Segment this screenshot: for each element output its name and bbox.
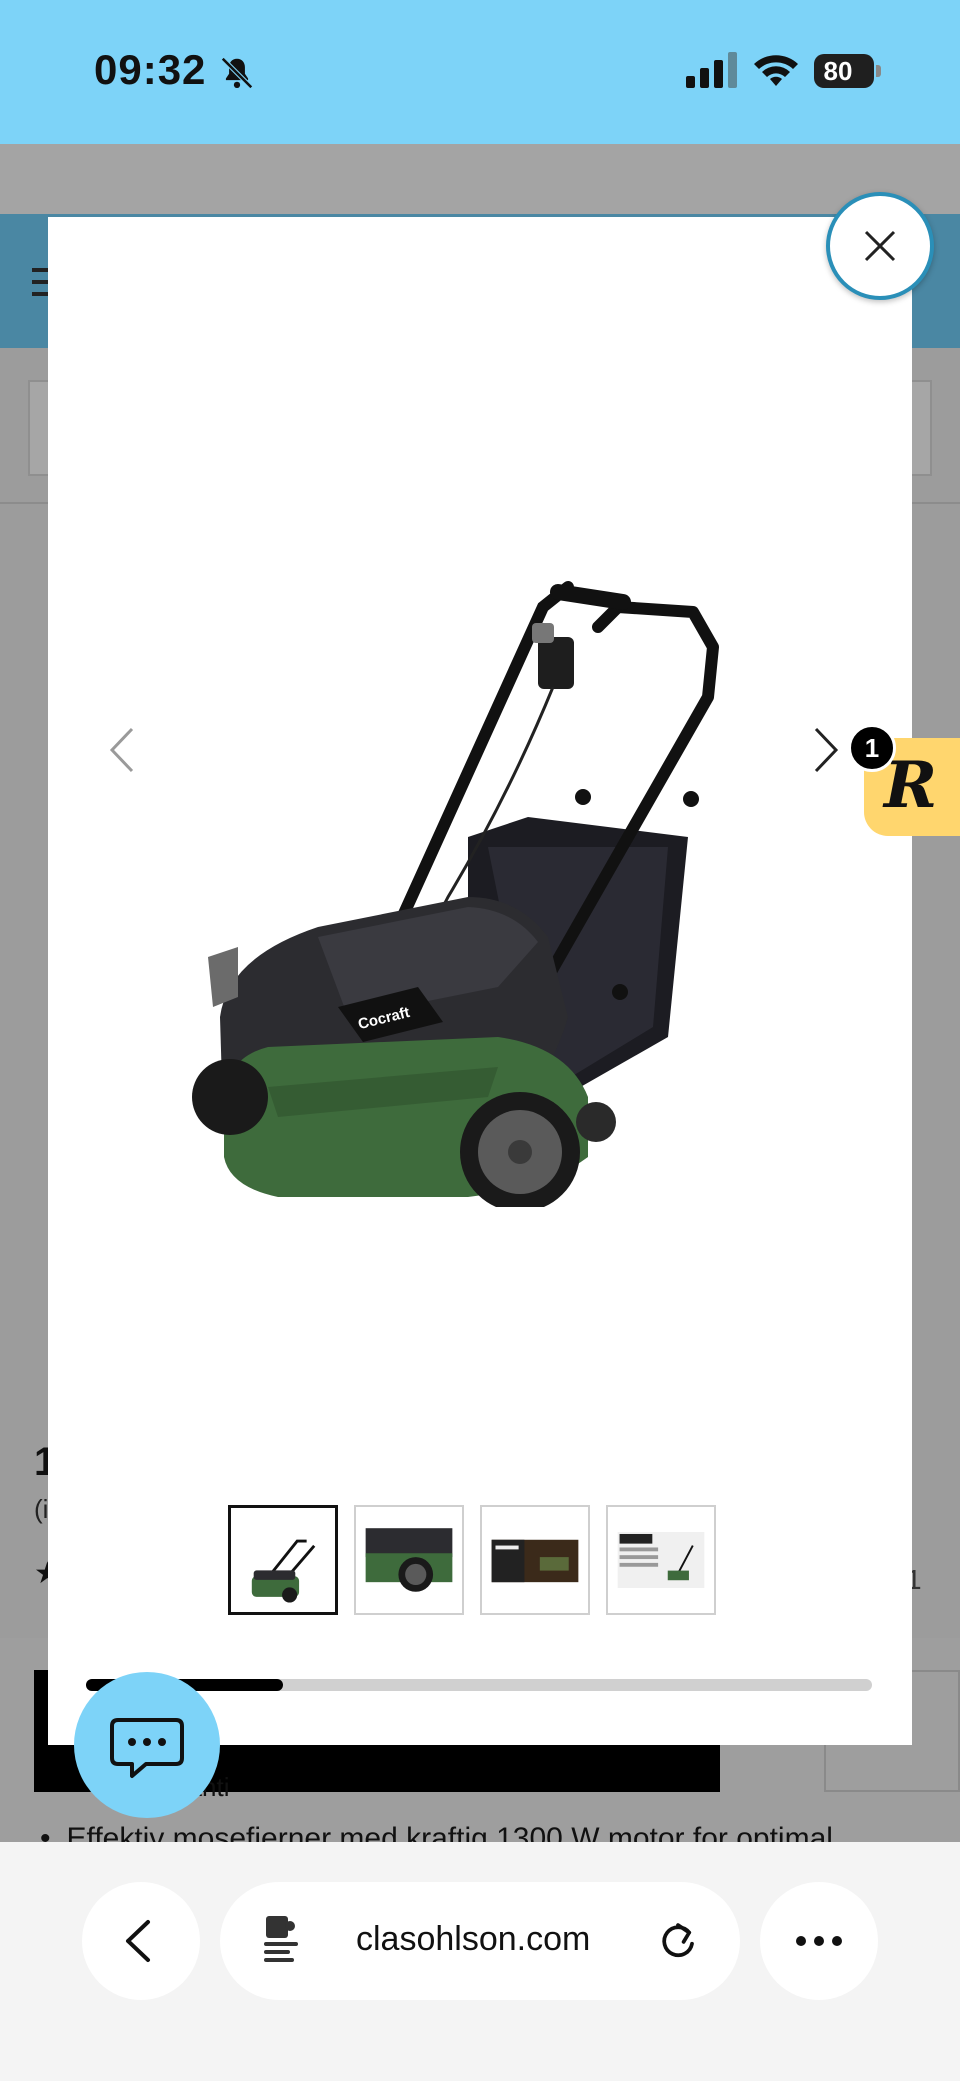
thumbnail-4[interactable]	[606, 1505, 716, 1615]
notification-count-badge: 1	[848, 724, 896, 772]
address-bar[interactable]: clasohlson.com	[220, 1882, 740, 2000]
thumbnail-3[interactable]	[480, 1505, 590, 1615]
more-dots-icon	[796, 1936, 842, 1946]
background-product-subtitle: (i	[34, 1494, 49, 1524]
chevron-left-icon	[126, 1920, 150, 1962]
close-icon	[864, 230, 896, 262]
back-button[interactable]	[82, 1882, 200, 2000]
url-text: clasohlson.com	[356, 1920, 591, 1958]
thumbnail-1[interactable]	[228, 1505, 338, 1615]
browser-toolbar: clasohlson.com	[0, 1842, 960, 2081]
product-image-lawn-scarifier[interactable]: Cocraft	[168, 397, 788, 1207]
close-button[interactable]	[826, 192, 934, 300]
chat-button[interactable]	[74, 1672, 220, 1818]
chat-icon	[110, 1718, 184, 1778]
cellular-signal-icon	[686, 52, 737, 88]
chevron-right-icon[interactable]	[810, 725, 840, 775]
wifi-icon	[754, 55, 798, 86]
chevron-left-icon[interactable]	[108, 725, 138, 775]
status-bar: 09:32 80	[0, 0, 960, 144]
bell-muted-icon	[221, 57, 253, 89]
battery-level: 80	[823, 56, 853, 86]
more-button[interactable]	[760, 1882, 878, 2000]
reload-icon[interactable]	[650, 1912, 706, 1968]
background-banner	[0, 144, 960, 214]
image-gallery-modal: Cocraft	[48, 217, 912, 1745]
page-menu-icon[interactable]	[252, 1908, 312, 1968]
status-time: 09:32	[94, 46, 207, 93]
thumbnail-2[interactable]	[354, 1505, 464, 1615]
battery-indicator: 80	[814, 54, 881, 88]
